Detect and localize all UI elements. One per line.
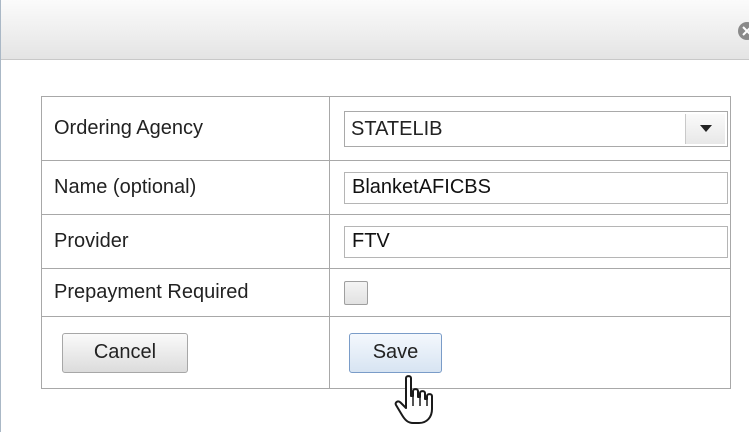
prepayment-row: Prepayment Required [41,268,731,317]
provider-label: Provider [41,214,330,269]
name-label: Name (optional) [41,160,330,215]
ordering-agency-label: Ordering Agency [41,96,330,161]
name-row: Name (optional) [41,160,731,215]
ordering-agency-select[interactable]: STATELIB [344,110,728,147]
dialog-title-bar[interactable] [1,0,749,60]
close-icon [742,26,749,36]
dropdown-arrow-button[interactable] [685,113,725,144]
order-form-table: Ordering Agency STATELIB Name (optional) [41,96,731,389]
name-input[interactable] [344,171,728,204]
actions-row: Cancel Save [41,316,731,389]
ordering-agency-value: STATELIB [351,117,443,140]
save-button[interactable]: Save [349,332,442,373]
chevron-down-icon [700,124,712,132]
cancel-button[interactable]: Cancel [62,332,188,373]
provider-input[interactable] [344,225,728,258]
prepayment-label: Prepayment Required [41,268,330,317]
prepayment-checkbox[interactable] [344,280,368,305]
dialog: Ordering Agency STATELIB Name (optional) [0,0,749,432]
close-button[interactable] [738,22,749,40]
ordering-agency-row: Ordering Agency STATELIB [41,96,731,161]
provider-row: Provider [41,214,731,269]
